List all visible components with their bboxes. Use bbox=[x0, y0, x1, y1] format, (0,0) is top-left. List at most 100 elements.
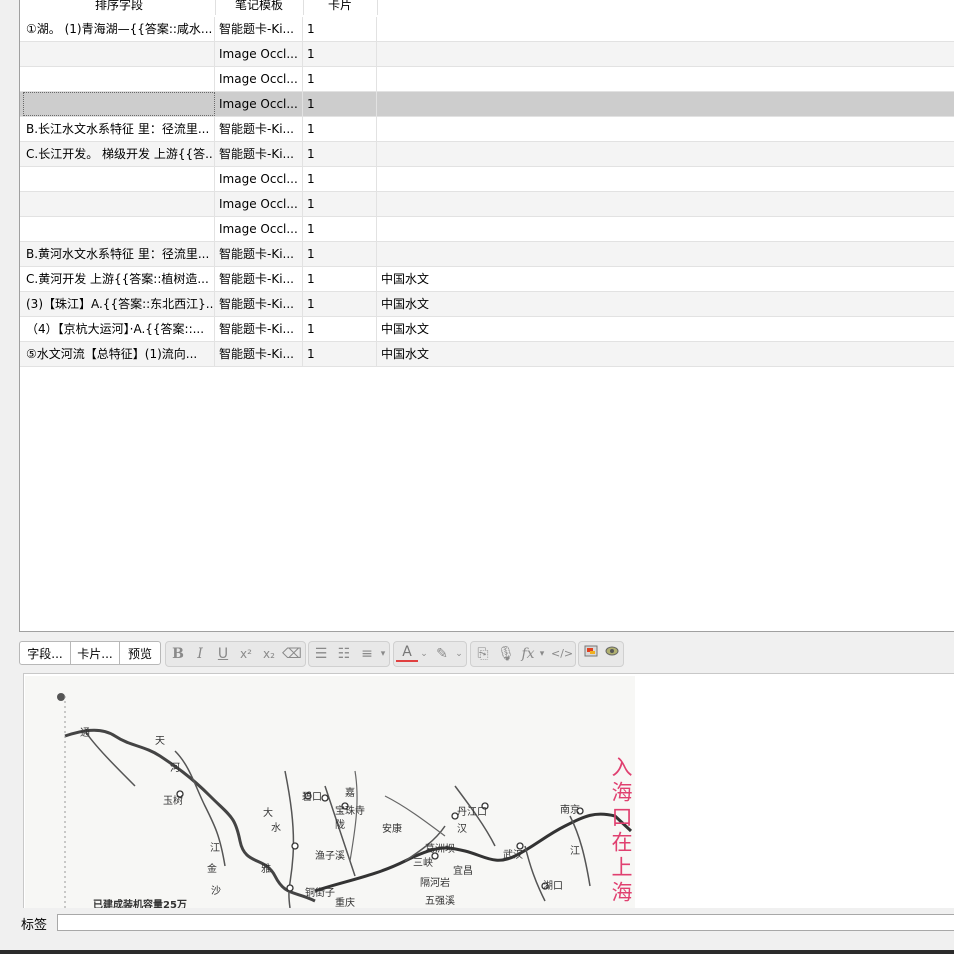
deck-cell bbox=[377, 42, 954, 66]
table-row[interactable]: Image Occl... 1 bbox=[20, 92, 954, 117]
italic-icon[interactable]: I bbox=[189, 644, 211, 664]
highlight-icon[interactable]: ✎ bbox=[431, 644, 453, 664]
table-row[interactable]: Image Occl... 1 bbox=[20, 217, 954, 242]
tags-input[interactable] bbox=[57, 914, 954, 931]
html-editor-icon[interactable]: </> bbox=[551, 644, 573, 664]
sort-field-cell: C.黄河开发 上游{{答案::植树造... bbox=[23, 267, 215, 291]
addon-group bbox=[578, 641, 624, 667]
map-label: 玉树 bbox=[163, 794, 183, 807]
preview-button[interactable]: 预览 bbox=[119, 641, 161, 665]
table-row[interactable]: B.长江水文水系特征 里：径流里... 智能题卡-Ki... 1 bbox=[20, 117, 954, 142]
cards-count-cell: 1 bbox=[303, 117, 377, 141]
map-label: 铜街子 bbox=[305, 886, 335, 899]
map-caption: 已建成装机容量25万 bbox=[93, 898, 187, 908]
map-label: 嘉 bbox=[345, 786, 355, 799]
cards-button[interactable]: 卡片... bbox=[70, 641, 120, 665]
table-row[interactable]: ①湖。 (1)青海湖—{{答案::咸水... 智能题卡-Ki... 1 bbox=[20, 17, 954, 42]
deck-cell bbox=[377, 142, 954, 166]
attach-icon[interactable]: ⎘ bbox=[472, 644, 494, 664]
table-row[interactable]: Image Occl... 1 bbox=[20, 42, 954, 67]
map-label: 宝珠寺 bbox=[335, 804, 365, 817]
deck-cell bbox=[377, 92, 954, 116]
map-label: 金 bbox=[207, 862, 217, 875]
bold-icon[interactable]: B bbox=[167, 644, 189, 664]
deck-cell bbox=[377, 192, 954, 216]
sort-field-cell: B.黄河水文水系特征 里：径流里... bbox=[23, 242, 215, 266]
tags-label: 标签 bbox=[21, 918, 48, 933]
sort-field-cell bbox=[23, 192, 215, 216]
column-header-deck[interactable] bbox=[377, 0, 954, 15]
map-label: 江 bbox=[570, 845, 580, 857]
note-type-cell: Image Occl... bbox=[215, 167, 303, 191]
fields-button[interactable]: 字段... bbox=[19, 641, 71, 665]
note-type-cell: 智能题卡-Ki... bbox=[215, 142, 303, 166]
note-type-cell: 智能题卡-Ki... bbox=[215, 342, 303, 366]
map-label: 雅 bbox=[261, 862, 271, 875]
map-label: 汉 bbox=[457, 823, 467, 835]
cards-count-cell: 1 bbox=[303, 217, 377, 241]
map-label: 安康 bbox=[382, 822, 402, 835]
cards-count-cell: 1 bbox=[303, 267, 377, 291]
table-row[interactable]: （4）【京杭大运河】·A.{{答案::... 智能题卡-Ki... 1 中国水文 bbox=[20, 317, 954, 342]
map-label: 重庆 bbox=[335, 896, 355, 908]
sort-field-cell bbox=[23, 167, 215, 191]
cards-count-cell: 1 bbox=[303, 142, 377, 166]
map-label: 丹江口 bbox=[457, 806, 487, 818]
sort-field-cell: C.长江开发。 梯级开发 上游{{答... bbox=[23, 142, 215, 166]
map-label: 陇 bbox=[335, 818, 345, 831]
column-header-note-type[interactable]: 笔记模板 bbox=[215, 0, 304, 15]
table-header: 排序字段 笔记模板 卡片 bbox=[20, 0, 954, 17]
image-occlusion-icon[interactable] bbox=[580, 644, 602, 664]
record-icon[interactable]: 🎙 bbox=[495, 644, 517, 664]
deck-cell: 中国水文 bbox=[381, 297, 430, 311]
table-row[interactable]: (3)【珠江】A.{{答案::东北西江}... 智能题卡-Ki... 1 中国水文 bbox=[20, 292, 954, 317]
card-browser-table: 排序字段 笔记模板 卡片 ①湖。 (1)青海湖—{{答案::咸水... 智能题卡-… bbox=[19, 0, 954, 632]
map-label: 葛洲坝 bbox=[425, 842, 455, 855]
table-row[interactable]: Image Occl... 1 bbox=[20, 67, 954, 92]
note-type-cell: 智能题卡-Ki... bbox=[215, 117, 303, 141]
map-label: 碧口 bbox=[302, 791, 322, 803]
note-type-cell: 智能题卡-Ki... bbox=[215, 242, 303, 266]
deck-cell: 中国水文 bbox=[381, 322, 430, 336]
numbered-list-icon[interactable]: ☷ bbox=[333, 644, 355, 664]
superscript-icon[interactable]: x² bbox=[235, 644, 257, 664]
deck-cell: 中国水文 bbox=[381, 272, 430, 286]
sort-field-cell bbox=[23, 67, 215, 91]
note-type-cell: Image Occl... bbox=[215, 42, 303, 66]
column-header-sort-field[interactable]: 排序字段 bbox=[23, 0, 216, 15]
chevron-down-icon[interactable]: ▾ bbox=[378, 644, 388, 664]
formula-icon[interactable]: fx bbox=[517, 644, 539, 664]
deck-cell bbox=[377, 67, 954, 91]
table-row[interactable]: Image Occl... 1 bbox=[20, 167, 954, 192]
deck-cell bbox=[377, 167, 954, 191]
cloze-icon[interactable] bbox=[601, 644, 623, 664]
editor-toolbar: 字段... 卡片... 预览 B I U x² x₂ ⌫ ☰ ☷ ≡ ▾ A ⌄… bbox=[19, 641, 954, 667]
note-type-cell: 智能题卡-Ki... bbox=[215, 317, 303, 341]
deck-cell bbox=[377, 242, 954, 266]
sort-field-cell: B.长江水文水系特征 里：径流里... bbox=[23, 117, 215, 141]
table-row[interactable]: B.黄河水文水系特征 里：径流里... 智能题卡-Ki... 1 bbox=[20, 242, 954, 267]
cards-count-cell: 1 bbox=[303, 317, 377, 341]
column-header-cards[interactable]: 卡片 bbox=[303, 0, 378, 15]
table-row[interactable]: Image Occl... 1 bbox=[20, 192, 954, 217]
align-icon[interactable]: ≡ bbox=[356, 644, 378, 664]
text-color-icon[interactable]: A bbox=[396, 644, 418, 662]
sort-field-cell bbox=[23, 42, 215, 66]
chevron-down-icon[interactable]: ⌄ bbox=[454, 644, 464, 664]
editor-field[interactable]: 通 天 河 玉树 江 沙 金 大 水 雅 陇 嘉 宝珠寺 安康 丹江口 汉 南京… bbox=[23, 673, 954, 908]
map-label: 江 bbox=[210, 842, 220, 854]
table-row[interactable]: ⑤水文河流【总特征】(1)流向... 智能题卡-Ki... 1 中国水文 bbox=[20, 342, 954, 367]
chevron-down-icon[interactable]: ⌄ bbox=[419, 644, 429, 664]
sort-field-cell: ⑤水文河流【总特征】(1)流向... bbox=[23, 342, 215, 366]
underline-icon[interactable]: U bbox=[212, 644, 234, 664]
subscript-icon[interactable]: x₂ bbox=[258, 644, 280, 664]
table-row[interactable]: C.黄河开发 上游{{答案::植树造... 智能题卡-Ki... 1 中国水文 bbox=[20, 267, 954, 292]
map-label: 宜昌 bbox=[453, 864, 473, 877]
bullet-list-icon[interactable]: ☰ bbox=[310, 644, 332, 664]
eraser-icon[interactable]: ⌫ bbox=[281, 644, 303, 664]
chevron-down-icon[interactable]: ▾ bbox=[537, 644, 547, 664]
list-group: ☰ ☷ ≡ ▾ bbox=[308, 641, 390, 667]
map-label: 五强溪 bbox=[425, 895, 455, 907]
river-map-image[interactable]: 通 天 河 玉树 江 沙 金 大 水 雅 陇 嘉 宝珠寺 安康 丹江口 汉 南京… bbox=[25, 676, 635, 908]
table-row[interactable]: C.长江开发。 梯级开发 上游{{答... 智能题卡-Ki... 1 bbox=[20, 142, 954, 167]
